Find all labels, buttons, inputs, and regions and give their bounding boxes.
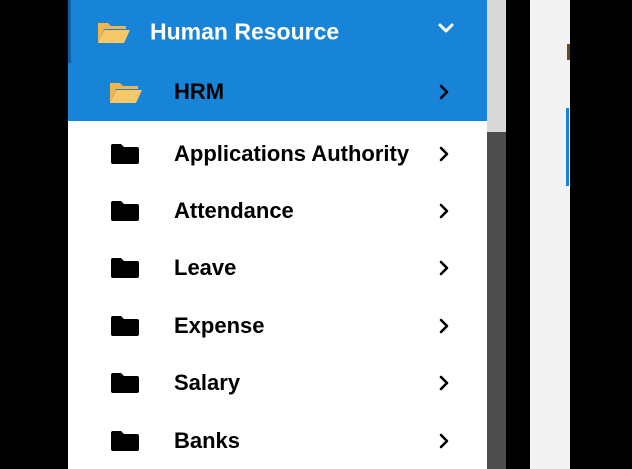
menu-item-label: Leave [174,254,237,280]
screen: Human Resource HRM Applications Authorit… [0,0,632,469]
header-edge-bar [68,0,71,63]
chevron-right-icon [439,375,449,390]
menu-item-label: Salary [174,369,241,395]
menu-group-label: Human Resource [150,18,340,44]
menu-item-hrm[interactable]: HRM [68,63,487,121]
menu-group-human-resource[interactable]: Human Resource [68,0,487,63]
menu-item-attendance[interactable]: Attendance [68,182,487,239]
menu-item-leave[interactable]: Leave [68,239,487,296]
main-content-edge [530,0,570,469]
chevron-right-icon [439,433,449,448]
chevron-right-icon [439,318,449,333]
menu-item-label: HRM [174,79,225,104]
menu-item-label: Banks [174,427,241,453]
folder-open-icon [110,83,142,103]
sidebar-menu: Human Resource HRM Applications Authorit… [68,0,487,469]
folder-open-icon [98,22,130,43]
folder-icon [111,200,139,221]
folder-icon [111,430,139,451]
menu-item-expense[interactable]: Expense [68,297,487,354]
chevron-right-icon [439,146,449,161]
chevron-down-icon[interactable] [438,22,454,34]
folder-icon [111,257,139,278]
menu-item-salary[interactable]: Salary [68,354,487,411]
sidebar-scrollbar[interactable] [487,0,506,469]
chevron-right-icon [439,84,449,100]
menu-item-label: Applications Authority [174,140,410,166]
menu-item-label: Attendance [174,197,294,223]
chevron-right-icon [439,260,449,275]
menu-item-applications-authority[interactable]: Applications Authority [68,125,487,182]
folder-icon [111,315,139,336]
content-text-fragment [567,44,570,60]
menu-item-banks[interactable]: Banks [68,412,487,469]
menu-item-label: Expense [174,312,265,338]
content-accent-bar [566,108,569,186]
folder-icon [111,372,139,393]
folder-icon [111,143,139,164]
chevron-right-icon [439,203,449,218]
scrollbar-thumb[interactable] [487,0,506,132]
